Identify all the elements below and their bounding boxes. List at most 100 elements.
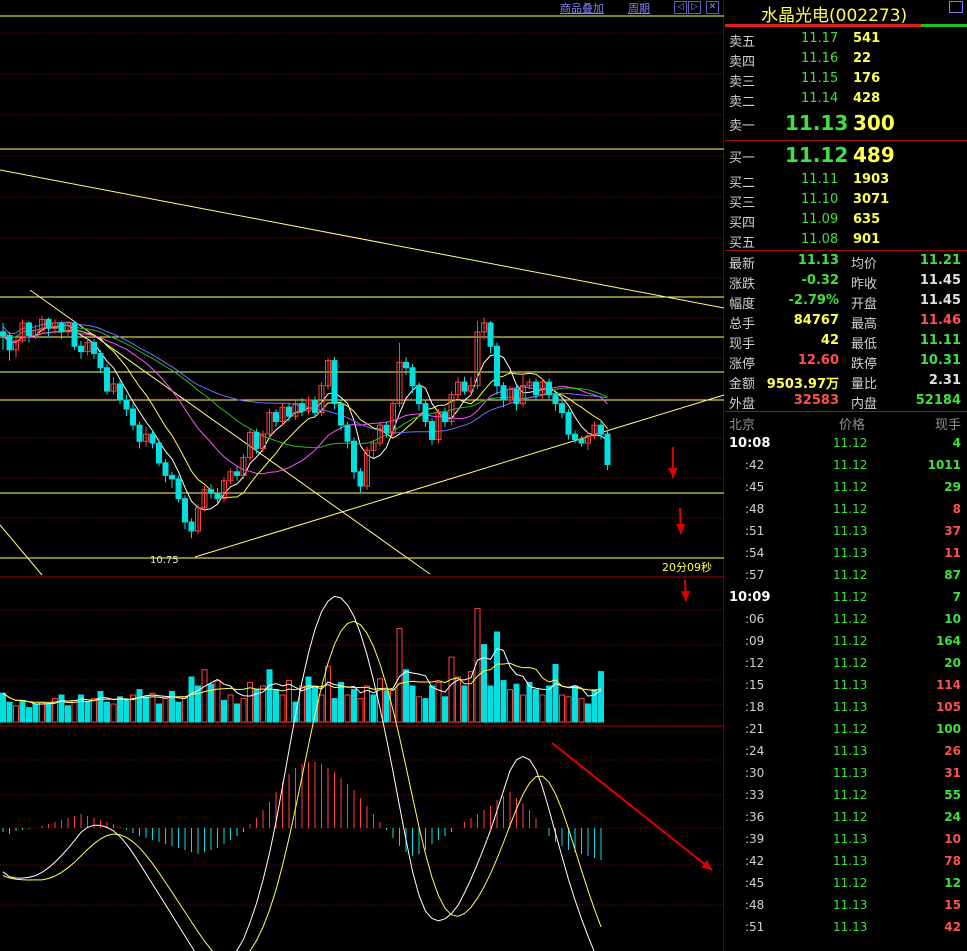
tick-row[interactable]: :42 11.12 1011: [725, 455, 967, 477]
tick-row[interactable]: :33 11.12 55: [725, 785, 967, 807]
tick-row[interactable]: :48 11.12 8: [725, 499, 967, 521]
candle-down: [117, 383, 123, 401]
stat-value: 11.46: [919, 313, 961, 328]
tick-volume: 78: [944, 854, 961, 868]
bid-level-4[interactable]: 买四 11.09 635: [725, 210, 967, 231]
tick-row[interactable]: :06 11.12 10: [725, 609, 967, 631]
tick-row[interactable]: :54 11.13 11: [725, 543, 967, 565]
volume-bar-down: [143, 696, 149, 723]
tick-time: :51: [745, 524, 765, 538]
period-link[interactable]: 周期: [628, 0, 650, 16]
bid-level-3[interactable]: 买三 11.10 3071: [725, 190, 967, 211]
tick-row[interactable]: :09 11.12 164: [725, 631, 967, 653]
tick-row[interactable]: :45 11.12 12: [725, 873, 967, 895]
tick-row[interactable]: :24 11.13 26: [725, 741, 967, 763]
candle-down: [234, 471, 240, 476]
tick-time: :45: [745, 876, 765, 890]
ask-level-4[interactable]: 卖四 11.16 22: [725, 49, 967, 70]
stat-value: -2.79%: [788, 293, 840, 308]
stat-value: 10.31: [919, 353, 961, 368]
volume-bar-up: [559, 694, 565, 723]
tick-time: :54: [745, 546, 765, 560]
candle-down: [97, 352, 104, 369]
volume-bar-up: [507, 689, 513, 723]
ask-label: 卖二: [729, 95, 756, 110]
tick-price: 11.12: [833, 810, 868, 824]
tick-volume: 100: [935, 722, 961, 736]
close-icon[interactable]: ✕: [706, 1, 719, 14]
ask-level-2[interactable]: 卖二 11.14 428: [725, 89, 967, 110]
sell-ratio-bar: [725, 24, 921, 27]
volume-bar-down: [26, 707, 32, 723]
tick-row[interactable]: :57 11.12 87: [725, 565, 967, 587]
stat-label: 涨停: [729, 357, 756, 372]
tick-time: 10:09: [729, 590, 771, 605]
tick-time: :09: [745, 634, 765, 648]
volume-bar-down: [351, 689, 357, 723]
volume-bar-up: [279, 694, 286, 723]
tick-volume: 24: [944, 810, 961, 824]
tick-row[interactable]: :15 11.13 114: [725, 675, 967, 697]
candle-down: [26, 322, 32, 336]
tick-row[interactable]: :42 11.13 78: [725, 851, 967, 873]
tick-volume: 11: [944, 546, 961, 560]
candle-down: [182, 498, 188, 523]
maximize-icon[interactable]: [949, 1, 963, 13]
bid-level-5[interactable]: 买五 11.08 901: [725, 230, 967, 251]
tick-row[interactable]: :45 11.12 29: [725, 477, 967, 499]
kline-svg[interactable]: 10.75 20分09秒: [0, 0, 724, 951]
ask-qty: 428: [853, 91, 881, 106]
tick-row[interactable]: 10:09 11.12 7: [725, 587, 967, 609]
tick-row[interactable]: :39 11.13 10: [725, 829, 967, 851]
volume-bar-down: [331, 698, 338, 723]
nav-next-icon[interactable]: ▷: [688, 1, 701, 14]
tick-row[interactable]: :18 11.13 105: [725, 697, 967, 719]
stat-row: 总手 84767 最高 11.46: [725, 311, 967, 332]
bid-label: 买四: [729, 216, 756, 231]
tick-time: :15: [745, 678, 765, 692]
stat-value: -0.32: [801, 273, 839, 288]
tick-time: :42: [745, 854, 765, 868]
tick-row[interactable]: :51 11.13 37: [725, 521, 967, 543]
volume-bar-down: [429, 685, 435, 723]
volume-bar-down: [221, 699, 227, 723]
tick-row[interactable]: :36 11.12 24: [725, 807, 967, 829]
lower-trend-line: [0, 524, 43, 576]
candle-down: [344, 424, 351, 442]
ask-label: 卖四: [729, 55, 756, 70]
tick-row[interactable]: :21 11.12 100: [725, 719, 967, 741]
stat-label: 开盘: [851, 297, 878, 312]
nav-prev-icon[interactable]: ◁: [674, 1, 687, 14]
overlay-link[interactable]: 商品叠加: [560, 0, 604, 16]
bid-price: 11.12: [785, 143, 849, 167]
ask-price: 11.15: [801, 71, 839, 86]
volume-bar-up: [318, 694, 325, 723]
candle-down: [273, 412, 279, 423]
ask-level-3[interactable]: 卖三 11.15 176: [725, 69, 967, 90]
tick-row[interactable]: 10:08 11.12 4: [725, 433, 967, 455]
separator: [725, 140, 967, 141]
quote-panel: 水晶光电(002273) 卖五 11.17 541 卖四 11.16 22 卖三 11.15 1…: [725, 0, 967, 951]
tick-row[interactable]: :48 11.13 15: [725, 895, 967, 917]
kline-chart[interactable]: 10.75 20分09秒 商品叠加 周期 ◁ ▷ ✕: [0, 0, 724, 951]
tick-volume: 29: [944, 480, 961, 494]
bid-level-1[interactable]: 买一 11.12 489: [725, 143, 967, 167]
tick-row[interactable]: :30 11.13 31: [725, 763, 967, 785]
tick-row[interactable]: :12 11.12 20: [725, 653, 967, 675]
ask-level-1[interactable]: 卖一 11.13 300: [725, 111, 967, 135]
ticks-header-time: 北京: [729, 418, 756, 433]
tick-volume: 10: [944, 832, 961, 846]
volume-bar-up: [416, 696, 422, 723]
candle-down: [572, 433, 578, 440]
bid-level-2[interactable]: 买二 11.11 1903: [725, 170, 967, 191]
tick-price: 11.12: [833, 876, 868, 890]
buy-ratio-bar: [921, 24, 967, 27]
ask-level-5[interactable]: 卖五 11.17 541: [725, 29, 967, 50]
tick-row[interactable]: :51 11.13 42: [725, 917, 967, 939]
tick-time: :36: [745, 810, 765, 824]
volume-bar-down: [513, 683, 520, 723]
stat-label: 现手: [729, 337, 756, 352]
candle-down: [598, 424, 604, 435]
candle-down: [0, 331, 6, 336]
candle-down: [546, 381, 552, 396]
